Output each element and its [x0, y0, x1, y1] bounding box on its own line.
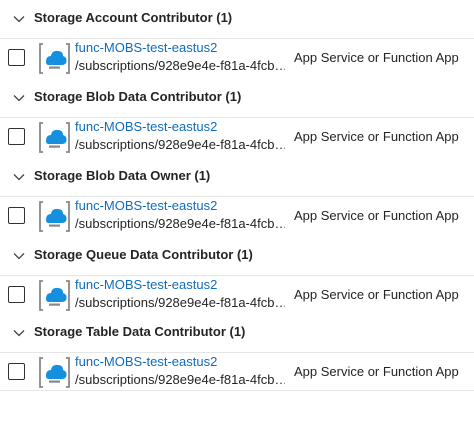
row-checkbox[interactable] [8, 363, 25, 380]
list-bottom-divider [0, 390, 474, 391]
resource-path: /subscriptions/928e9e4e-f81a-4fcb… [75, 372, 285, 387]
group-title: Storage Blob Data Owner (1) [34, 168, 211, 183]
chevron-down-icon[interactable] [12, 170, 26, 184]
function-app-icon [39, 357, 70, 388]
role-group: Storage Table Data Contributor (1) func-… [0, 314, 474, 393]
group-header[interactable]: Storage Table Data Contributor (1) [0, 314, 474, 352]
role-group: Storage Account Contributor (1) func-MOB… [0, 0, 474, 79]
group-title: Storage Account Contributor (1) [34, 10, 233, 25]
function-app-icon [39, 122, 70, 153]
function-app-icon [39, 280, 70, 311]
function-app-icon [39, 43, 70, 74]
group-title: Storage Queue Data Contributor (1) [34, 247, 253, 262]
function-app-icon [39, 201, 70, 232]
row-checkbox[interactable] [8, 286, 25, 303]
chevron-down-icon[interactable] [12, 326, 26, 340]
role-assignment-list: Storage Account Contributor (1) func-MOB… [0, 0, 474, 447]
group-title: Storage Table Data Contributor (1) [34, 324, 246, 339]
row-divider [0, 275, 474, 276]
row-checkbox[interactable] [8, 128, 25, 145]
resource-name-link[interactable]: func-MOBS-test-eastus2 [75, 40, 217, 55]
group-header[interactable]: Storage Account Contributor (1) [0, 0, 474, 38]
resource-type: App Service or Function App [294, 129, 459, 144]
table-row[interactable]: func-MOBS-test-eastus2 /subscriptions/92… [0, 196, 474, 237]
group-header[interactable]: Storage Queue Data Contributor (1) [0, 237, 474, 275]
role-group: Storage Queue Data Contributor (1) func-… [0, 237, 474, 316]
resource-path: /subscriptions/928e9e4e-f81a-4fcb… [75, 58, 285, 73]
table-row[interactable]: func-MOBS-test-eastus2 /subscriptions/92… [0, 352, 474, 393]
row-divider [0, 38, 474, 39]
chevron-down-icon[interactable] [12, 91, 26, 105]
resource-name-link[interactable]: func-MOBS-test-eastus2 [75, 277, 217, 292]
resource-path: /subscriptions/928e9e4e-f81a-4fcb… [75, 137, 285, 152]
row-divider [0, 117, 474, 118]
chevron-down-icon[interactable] [12, 12, 26, 26]
resource-path: /subscriptions/928e9e4e-f81a-4fcb… [75, 216, 285, 231]
role-group: Storage Blob Data Owner (1) func-MOBS-te… [0, 158, 474, 237]
row-checkbox[interactable] [8, 207, 25, 224]
row-checkbox[interactable] [8, 49, 25, 66]
table-row[interactable]: func-MOBS-test-eastus2 /subscriptions/92… [0, 38, 474, 79]
table-row[interactable]: func-MOBS-test-eastus2 /subscriptions/92… [0, 275, 474, 316]
resource-name-link[interactable]: func-MOBS-test-eastus2 [75, 354, 217, 369]
role-group: Storage Blob Data Contributor (1) func-M… [0, 79, 474, 158]
resource-type: App Service or Function App [294, 50, 459, 65]
resource-type: App Service or Function App [294, 208, 459, 223]
table-row[interactable]: func-MOBS-test-eastus2 /subscriptions/92… [0, 117, 474, 158]
row-divider [0, 196, 474, 197]
resource-type: App Service or Function App [294, 364, 459, 379]
resource-name-link[interactable]: func-MOBS-test-eastus2 [75, 198, 217, 213]
resource-name-link[interactable]: func-MOBS-test-eastus2 [75, 119, 217, 134]
group-title: Storage Blob Data Contributor (1) [34, 89, 242, 104]
chevron-down-icon[interactable] [12, 249, 26, 263]
group-header[interactable]: Storage Blob Data Owner (1) [0, 158, 474, 196]
resource-type: App Service or Function App [294, 287, 459, 302]
row-divider [0, 352, 474, 353]
group-header[interactable]: Storage Blob Data Contributor (1) [0, 79, 474, 117]
resource-path: /subscriptions/928e9e4e-f81a-4fcb… [75, 295, 285, 310]
